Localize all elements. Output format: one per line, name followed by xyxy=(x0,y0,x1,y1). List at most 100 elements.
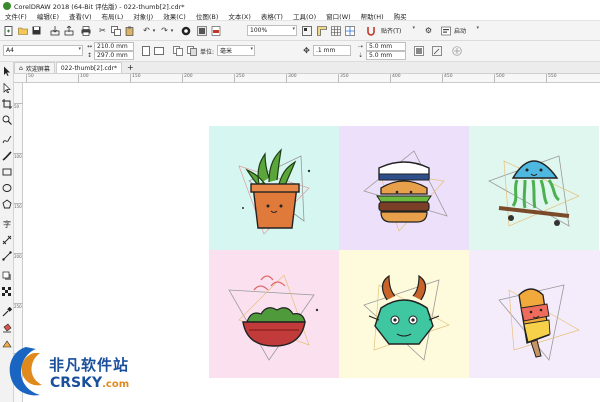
treat-as-filled-icon[interactable] xyxy=(413,45,424,56)
menu-file[interactable]: 文件(F) xyxy=(0,11,32,21)
artistic-media-tool-icon[interactable] xyxy=(1,150,13,162)
zoom-dropdown-icon: ▾ xyxy=(292,26,295,32)
undo-dropdown-icon[interactable]: ▾ xyxy=(151,25,157,36)
ruler-h-tick: 200 xyxy=(182,74,193,83)
launch-icon xyxy=(440,25,451,36)
horizontal-ruler[interactable]: 50 100 150 200 250 300 350 400 450 500 5… xyxy=(14,74,600,83)
nudge-distance-input[interactable]: .1 mm xyxy=(313,45,351,56)
launch-dropdown[interactable]: 启动 ▾ xyxy=(452,25,480,36)
artwork-tile-monster[interactable] xyxy=(339,250,469,378)
show-rulers-icon[interactable] xyxy=(316,25,327,36)
menu-edit[interactable]: 编辑(E) xyxy=(32,11,64,21)
title-bar: CorelDRAW 2018 (64-Bit 评估版) - 022-thumb[… xyxy=(0,0,600,11)
tab-welcome-screen[interactable]: ⌂ 欢迎屏幕 xyxy=(14,62,55,73)
units-label: 单位: xyxy=(200,49,215,56)
ruler-h-tick: 150 xyxy=(130,74,141,83)
artwork-tile-plant[interactable] xyxy=(209,126,339,250)
edit-page-icon[interactable] xyxy=(431,45,442,56)
ruler-v-tick: 250 xyxy=(14,303,23,309)
ruler-h-tick: 450 xyxy=(442,74,453,83)
parallel-dimension-tool-icon[interactable] xyxy=(1,234,13,246)
tab-welcome-label: 欢迎屏幕 xyxy=(25,65,50,73)
redo-dropdown-icon[interactable]: ▾ xyxy=(169,25,175,36)
drop-shadow-tool-icon[interactable] xyxy=(1,270,13,282)
show-grid-icon[interactable] xyxy=(330,25,341,36)
application-launcher-icon[interactable] xyxy=(196,25,207,36)
duplicate-x-input[interactable]: 5.0 mm xyxy=(366,42,406,51)
page-height-input[interactable]: 297.0 mm xyxy=(94,51,134,60)
page-width-input[interactable]: 210.0 mm xyxy=(94,42,134,51)
paste-icon[interactable] xyxy=(124,25,135,36)
polygon-tool-icon[interactable] xyxy=(1,198,13,210)
print-icon[interactable] xyxy=(80,25,91,36)
menu-effects[interactable]: 效果(C) xyxy=(158,11,191,21)
tab-document[interactable]: 022-thumb[2].cdr* xyxy=(55,62,123,73)
window-title: CorelDRAW 2018 (64-Bit 评估版) - 022-thumb[… xyxy=(14,2,185,11)
save-icon[interactable] xyxy=(31,25,42,36)
crsky-logo-icon xyxy=(9,347,42,396)
tab-document-label: 022-thumb[2].cdr* xyxy=(60,64,118,72)
search-content-icon[interactable] xyxy=(180,25,191,36)
menu-buy[interactable]: 购买 xyxy=(389,11,412,21)
options-gear-icon[interactable]: ⚙ xyxy=(423,25,434,36)
export-icon[interactable] xyxy=(63,25,74,36)
publish-pdf-icon[interactable] xyxy=(210,25,221,36)
interactive-fill-tool-icon[interactable] xyxy=(1,322,13,334)
snap-to-label: 贴齐(T) xyxy=(381,28,402,35)
freehand-tool-icon[interactable] xyxy=(1,134,13,146)
artwork-tile-bowl[interactable] xyxy=(209,250,339,378)
rectangle-tool-icon[interactable] xyxy=(1,166,13,178)
menu-window[interactable]: 窗口(W) xyxy=(321,11,356,21)
current-page-icon[interactable] xyxy=(186,45,197,56)
shape-tool-icon[interactable] xyxy=(1,82,13,94)
new-document-icon[interactable] xyxy=(3,25,14,36)
menu-object[interactable]: 对象(J) xyxy=(128,11,158,21)
artwork-tile-jellyfish[interactable] xyxy=(469,126,599,250)
portrait-icon[interactable] xyxy=(140,45,151,56)
units-dropdown-icon: ▾ xyxy=(250,46,253,52)
transparency-tool-icon[interactable] xyxy=(1,286,13,298)
snap-to-dropdown[interactable]: 贴齐(T) ▾ xyxy=(379,25,416,36)
page-size-select[interactable]: A4 ▾ xyxy=(3,45,83,56)
open-icon[interactable] xyxy=(17,25,28,36)
menu-tools[interactable]: 工具(O) xyxy=(288,11,321,21)
artwork-tile-popsicle[interactable] xyxy=(469,250,600,378)
cut-icon[interactable]: ✂ xyxy=(97,25,108,36)
add-object-icon[interactable] xyxy=(451,45,462,56)
show-guidelines-icon[interactable] xyxy=(344,25,355,36)
menu-text[interactable]: 文本(X) xyxy=(223,11,256,21)
watermark-domain-main: CRSKY xyxy=(50,375,103,391)
crop-tool-icon[interactable] xyxy=(1,98,13,110)
menu-layout[interactable]: 布局(L) xyxy=(97,11,129,21)
duplicate-y-input[interactable]: 5.0 mm xyxy=(366,51,406,60)
property-bar: A4 ▾ ↔ ↕ 210.0 mm 297.0 mm 单位: 毫米 ▾ ✥ .1… xyxy=(0,41,600,62)
add-tab-icon[interactable]: + xyxy=(123,62,138,73)
bowl-dish-icon xyxy=(228,274,319,361)
all-pages-icon[interactable] xyxy=(172,45,183,56)
text-tool-icon[interactable]: 字 xyxy=(1,218,13,230)
menu-bitmaps[interactable]: 位图(B) xyxy=(191,11,224,21)
artwork-tile-burger[interactable] xyxy=(339,126,469,250)
launch-dropdown-icon: ▾ xyxy=(476,25,479,31)
units-select[interactable]: 毫米 ▾ xyxy=(217,45,255,56)
color-eyedropper-tool-icon[interactable] xyxy=(1,306,13,318)
zoom-level-combo[interactable]: 100% ▾ xyxy=(247,25,297,36)
document-tabs: ⌂ 欢迎屏幕 022-thumb[2].cdr* + xyxy=(14,62,600,74)
zoom-tool-icon[interactable] xyxy=(1,114,13,126)
menu-view[interactable]: 查看(V) xyxy=(64,11,97,21)
connector-tool-icon[interactable] xyxy=(1,250,13,262)
duplicate-x-value: 5.0 mm xyxy=(369,43,393,50)
landscape-icon[interactable] xyxy=(153,45,164,56)
jellyfish-skateboard-icon xyxy=(488,155,580,227)
ruler-h-tick: 550 xyxy=(546,74,557,83)
full-screen-icon[interactable] xyxy=(301,25,312,36)
import-icon[interactable] xyxy=(49,25,60,36)
monster-goat-icon xyxy=(363,274,450,361)
ruler-v-tick: 200 xyxy=(14,253,23,259)
menu-table[interactable]: 表格(T) xyxy=(256,11,288,21)
pick-tool-icon[interactable] xyxy=(1,65,13,77)
ellipse-tool-icon[interactable] xyxy=(1,182,13,194)
menu-help[interactable]: 帮助(H) xyxy=(356,11,389,21)
copy-icon[interactable] xyxy=(110,25,121,36)
duplicate-x-icon: ⇢ xyxy=(357,43,364,50)
